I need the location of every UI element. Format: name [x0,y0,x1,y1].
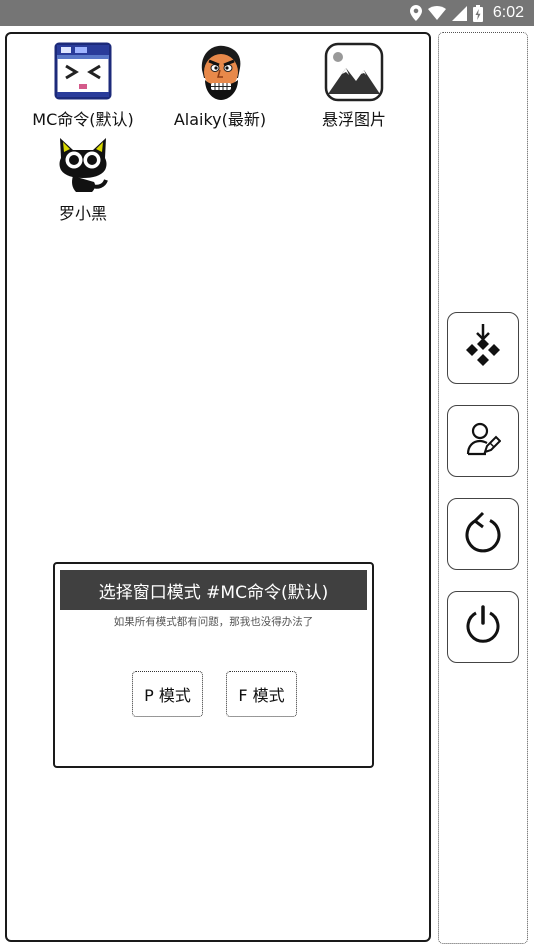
status-time: 6:02 [492,4,524,21]
power-button[interactable] [447,591,519,663]
signal-icon [451,5,467,21]
f-mode-button[interactable]: F 模式 [226,671,297,717]
p-mode-button[interactable]: P 模式 [132,671,203,717]
user-edit-button[interactable] [447,405,519,477]
app-black-cat[interactable]: 罗小黑 [18,136,148,224]
user-edit-icon [465,421,502,461]
dialog-subtitle: 如果所有模式都有问题，那我也没得办法了 [113,616,314,628]
wifi-icon [427,6,446,20]
black-cat-icon [53,136,113,196]
gamepad-icon [463,324,503,372]
app-mc-command[interactable]: MC命令(默认) [18,42,148,130]
app-label: 悬浮图片 [321,110,386,129]
side-panel [438,32,528,944]
app-alaiky[interactable]: Alaiky(最新) [155,42,285,130]
gamepad-button[interactable] [447,312,519,384]
app-floating-image[interactable]: 悬浮图片 [289,42,419,130]
mc-command-icon [53,42,113,102]
refresh-button[interactable] [447,498,519,570]
dialog-title: 选择窗口模式 #MC命令(默认) [60,570,367,610]
floating-image-icon [324,42,384,102]
battery-charging-icon [472,4,483,22]
app-label: MC命令(默认) [32,110,134,129]
alaiky-avatar-icon [190,42,250,102]
app-label: 罗小黑 [58,204,107,223]
status-icons: 6:02 [409,0,524,26]
location-icon [409,5,422,21]
refresh-icon [463,511,503,557]
power-icon [463,605,503,649]
app-label: Alaiky(最新) [173,110,267,129]
window-mode-dialog: 选择窗口模式 #MC命令(默认) 如果所有模式都有问题，那我也没得办法了 P 模… [53,562,374,768]
status-bar: 6:02 [0,0,534,26]
